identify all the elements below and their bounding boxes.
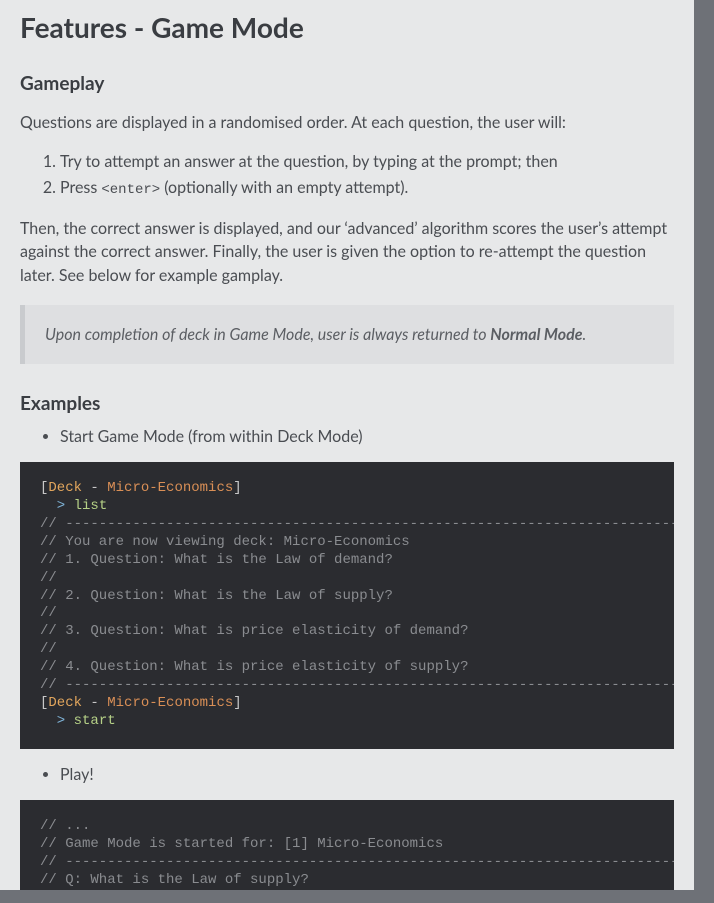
- deck-token: Deck: [48, 695, 82, 711]
- examples-heading: Examples: [20, 392, 674, 415]
- example-list-1: Start Game Mode (from within Deck Mode): [20, 425, 674, 448]
- comment-line: // Q: What is the Law of supply?: [40, 872, 309, 888]
- step-2: Press <enter> (optionally with an empty …: [60, 176, 674, 201]
- comment-line: //: [40, 605, 57, 621]
- deck-name-token: Micro-Economics: [107, 695, 233, 711]
- comment-line: // 2. Question: What is the Law of suppl…: [40, 588, 393, 604]
- comment-line: // 3. Question: What is price elasticity…: [40, 623, 468, 639]
- comment-line: //: [40, 570, 57, 586]
- comment-line: // You are now viewing deck: Micro-Econo…: [40, 534, 410, 550]
- comment-line: // 4. Question: What is price elasticity…: [40, 659, 468, 675]
- step-2-prefix: Press: [60, 178, 101, 197]
- comment-line: // -------------------------------------…: [40, 677, 674, 693]
- bracket-close: ]: [233, 695, 241, 711]
- prompt-token: >: [40, 498, 74, 514]
- document-page: Features - Game Mode Gameplay Questions …: [0, 0, 694, 890]
- cmd-list: list: [74, 498, 108, 514]
- gameplay-intro: Questions are displayed in a randomised …: [20, 111, 674, 134]
- comment-line: // -------------------------------------…: [40, 854, 674, 870]
- dash-token: -: [82, 695, 107, 711]
- dash-token: -: [82, 480, 107, 496]
- steps-list: Try to attempt an answer at the question…: [20, 150, 674, 201]
- callout-bold: Normal Mode: [490, 325, 582, 344]
- enter-key-code: <enter>: [101, 182, 160, 198]
- callout-prefix: Upon completion of deck in Game Mode, us…: [45, 325, 490, 344]
- bracket-close: ]: [233, 480, 241, 496]
- callout-suffix: .: [583, 325, 587, 344]
- deck-token: Deck: [48, 480, 82, 496]
- comment-line: //: [40, 641, 57, 657]
- cmd-start: start: [74, 713, 116, 729]
- page-title: Features - Game Mode: [20, 0, 674, 50]
- comment-line: // 1. Question: What is the Law of deman…: [40, 552, 393, 568]
- gameplay-heading: Gameplay: [20, 72, 674, 95]
- after-steps-text: Then, the correct answer is displayed, a…: [20, 217, 674, 287]
- step-2-suffix: (optionally with an empty attempt).: [160, 178, 408, 197]
- example-bullet-1: Start Game Mode (from within Deck Mode): [60, 425, 674, 448]
- comment-line: // Game Mode is started for: [1] Micro-E…: [40, 836, 443, 852]
- code-block-2: // ... // Game Mode is started for: [1] …: [20, 800, 674, 890]
- example-bullet-2: Play!: [60, 763, 674, 786]
- content-wrapper: Features - Game Mode Gameplay Questions …: [0, 0, 694, 890]
- step-1: Try to attempt an answer at the question…: [60, 150, 674, 174]
- example-list-2: Play!: [20, 763, 674, 786]
- prompt-token: >: [40, 713, 74, 729]
- code-block-1: [Deck - Micro-Economics] > list // -----…: [20, 462, 674, 749]
- comment-line: // ...: [40, 818, 90, 834]
- deck-name-token: Micro-Economics: [107, 480, 233, 496]
- comment-line: // -------------------------------------…: [40, 516, 674, 532]
- callout-note: Upon completion of deck in Game Mode, us…: [20, 305, 674, 364]
